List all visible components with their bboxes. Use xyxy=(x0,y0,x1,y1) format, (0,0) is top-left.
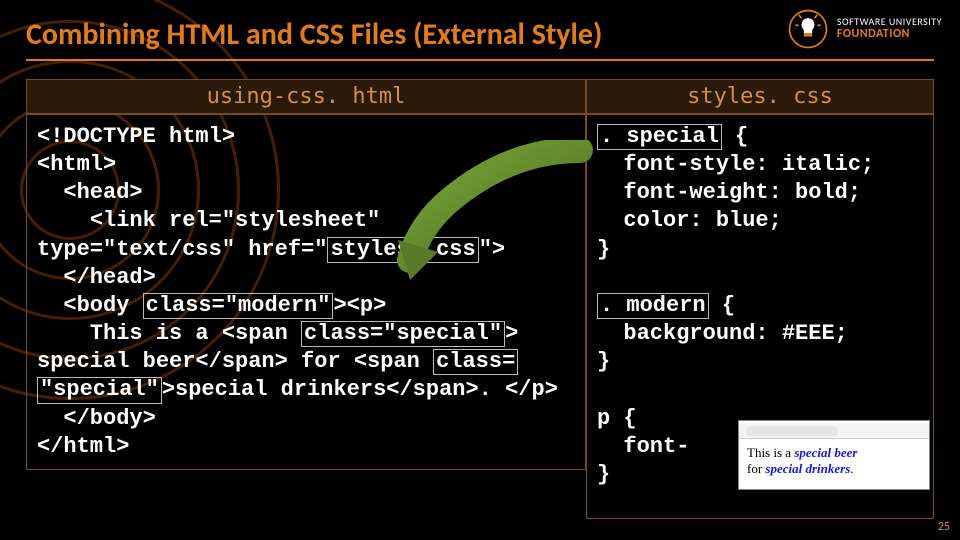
slide: SOFTWARE UNIVERSITY FOUNDATION Combining… xyxy=(0,0,960,540)
css-filename: styles. css xyxy=(586,79,934,114)
preview-special-2: special drinkers xyxy=(765,461,850,476)
title-underline xyxy=(26,59,934,61)
html-filename: using-css. html xyxy=(26,79,586,114)
hl-class-attr: class= xyxy=(433,349,518,375)
html-code: <!DOCTYPE html> <html> <head> <link rel=… xyxy=(26,114,586,470)
brand-logo: SOFTWARE UNIVERSITY FOUNDATION xyxy=(787,8,942,50)
browser-preview: This is a special beer for special drink… xyxy=(738,420,930,490)
lightbulb-icon xyxy=(787,8,829,50)
hl-class-modern: class="modern" xyxy=(143,293,334,319)
hl-special-value: "special" xyxy=(37,377,162,403)
preview-body: This is a special beer for special drink… xyxy=(739,439,929,483)
page-number: 25 xyxy=(938,520,950,534)
preview-special-1: special beer xyxy=(794,445,857,460)
hl-sel-modern: . modern xyxy=(597,293,709,319)
hl-sel-special: . special xyxy=(597,124,722,150)
hl-class-special-1: class="special" xyxy=(301,321,505,347)
preview-tabbar xyxy=(739,423,929,439)
logo-line2: FOUNDATION xyxy=(837,28,942,41)
hl-styles-css: styles. css xyxy=(327,237,478,263)
